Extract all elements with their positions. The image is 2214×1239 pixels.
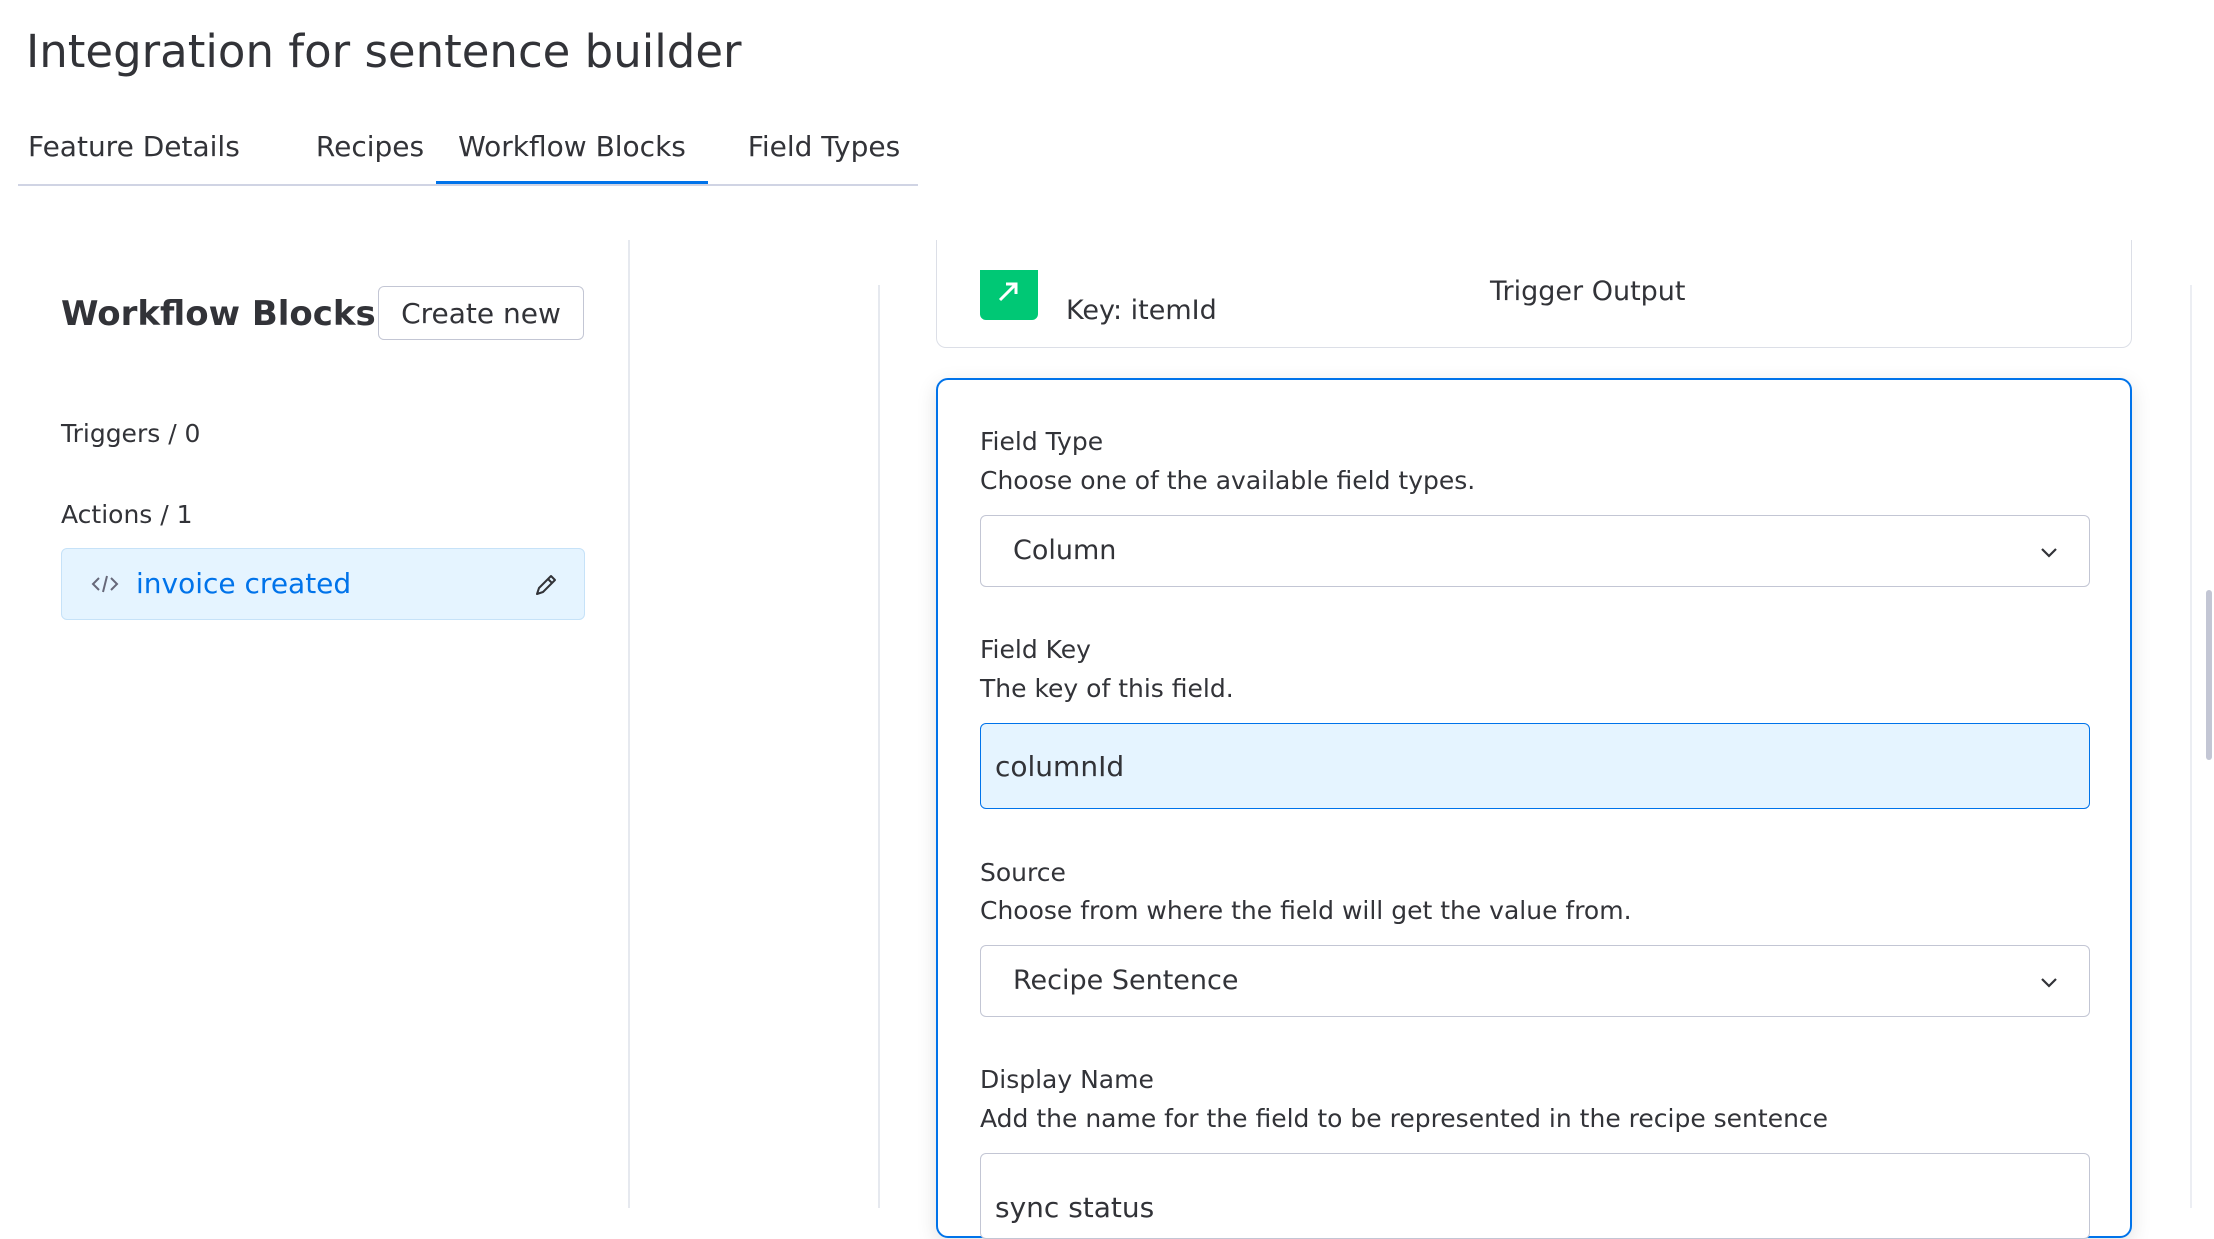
output-type-label: Trigger Output	[1490, 276, 1686, 307]
tab-workflow-blocks[interactable]: Workflow Blocks	[436, 118, 708, 184]
pencil-icon[interactable]	[532, 571, 560, 599]
source-value: Recipe Sentence	[1013, 965, 1239, 996]
field-type-select[interactable]: Column	[980, 515, 2090, 587]
chevron-down-icon	[2041, 548, 2057, 558]
sidebar-divider	[628, 240, 630, 1208]
chevron-down-icon	[2041, 978, 2057, 988]
tab-field-types[interactable]: Field Types	[734, 118, 914, 182]
tab-feature-details[interactable]: Feature Details	[28, 118, 240, 182]
source-help: Choose from where the field will get the…	[980, 896, 1632, 925]
display-name-input[interactable]	[980, 1153, 2090, 1239]
tab-recipes[interactable]: Recipes	[300, 118, 440, 182]
page-title: Integration for sentence builder	[26, 25, 742, 78]
source-select[interactable]: Recipe Sentence	[980, 945, 2090, 1017]
panel-edge	[2190, 285, 2192, 1208]
field-type-value: Column	[1013, 535, 1117, 566]
display-name-help: Add the name for the field to be represe…	[980, 1104, 1829, 1133]
triggers-section-label: Triggers / 0	[61, 419, 201, 448]
actions-section-label: Actions / 1	[61, 500, 193, 529]
field-key-input[interactable]	[980, 723, 2090, 809]
sidebar-title: Workflow Blocks	[61, 294, 376, 334]
field-type-label: Field Type	[980, 427, 1104, 456]
field-key-label: Field Key	[980, 635, 1091, 664]
arrow-up-right-icon	[980, 270, 1038, 320]
workflow-block-label: invoice created	[136, 567, 352, 600]
field-type-help: Choose one of the available field types.	[980, 466, 1476, 495]
display-name-label: Display Name	[980, 1065, 1154, 1094]
output-key-label: Key: itemId	[1066, 295, 1217, 326]
create-new-button[interactable]: Create new	[378, 286, 584, 340]
workflow-block-invoice-created[interactable]: invoice created	[61, 548, 585, 620]
tab-bar: Feature Details Recipes Workflow Blocks …	[18, 118, 918, 186]
content-divider	[878, 285, 880, 1208]
code-icon	[91, 575, 119, 593]
source-label: Source	[980, 858, 1066, 887]
scrollbar-thumb[interactable]	[2206, 590, 2212, 760]
field-key-help: The key of this field.	[980, 674, 1234, 703]
